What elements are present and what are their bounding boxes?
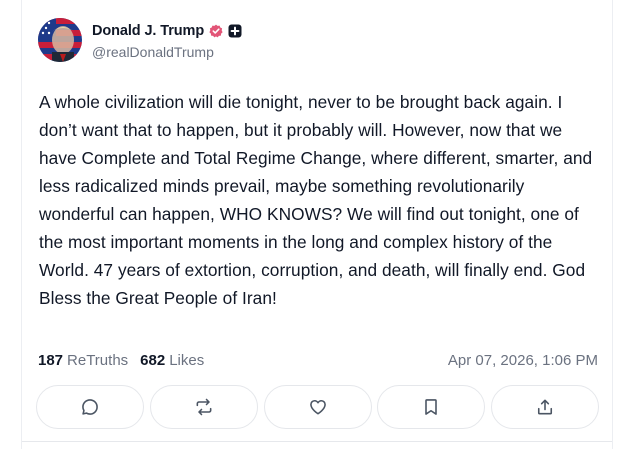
verified-badge-icon	[209, 24, 223, 38]
likes-label: Likes	[169, 351, 205, 369]
post-stats: 187 ReTruths 682 Likes Apr 07, 2026, 1:0…	[38, 349, 598, 371]
reply-icon	[82, 399, 98, 415]
share-icon	[537, 399, 553, 415]
post-card: Donald J. Trump @realDonaldTrump A whole…	[21, 0, 613, 449]
post-timestamp[interactable]: Apr 07, 2026, 1:06 PM	[448, 352, 598, 369]
post-text: A whole civilization will die tonight, n…	[39, 92, 593, 308]
author-name-row: Donald J. Trump	[92, 21, 242, 41]
avatar[interactable]	[38, 18, 82, 62]
likes-stat[interactable]: 682 Likes	[140, 352, 204, 369]
retruths-count: 187	[38, 351, 64, 369]
plus-badge-icon	[228, 24, 242, 38]
avatar-image	[38, 18, 82, 62]
bookmark-icon	[425, 399, 438, 415]
bottom-divider	[22, 441, 612, 442]
retruth-icon	[196, 398, 212, 416]
like-icon	[309, 399, 326, 415]
retruths-stat[interactable]: 187 ReTruths	[38, 352, 128, 369]
retruths-label: ReTruths	[67, 351, 129, 369]
retruth-button[interactable]	[149, 385, 258, 429]
reply-button[interactable]	[36, 385, 144, 429]
share-button[interactable]	[491, 385, 599, 429]
action-bar	[36, 385, 599, 429]
author-display-name[interactable]: Donald J. Trump	[92, 23, 204, 39]
author-handle[interactable]: @realDonaldTrump	[92, 44, 214, 60]
likes-count: 682	[140, 351, 166, 369]
like-button[interactable]	[263, 385, 372, 429]
bookmark-button[interactable]	[377, 385, 486, 429]
